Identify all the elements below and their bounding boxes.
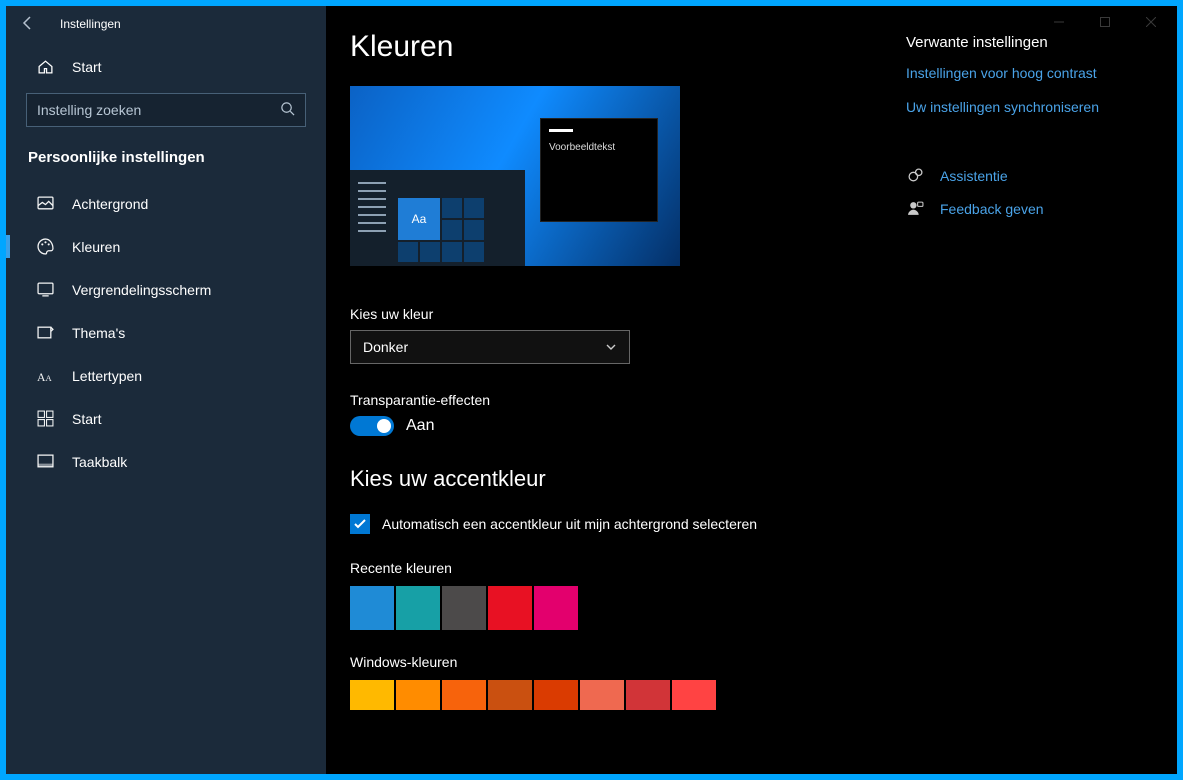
sidebar: Instellingen Start Persoonlijke instelli… [6,6,326,774]
sidebar-item-start[interactable]: Start [6,397,326,440]
sidebar-item-label: Achtergrond [72,196,148,212]
windows-color-swatch[interactable] [626,680,670,710]
color-mode-value: Donker [363,339,408,355]
settings-window: Instellingen Start Persoonlijke instelli… [6,6,1177,774]
recent-color-swatch[interactable] [534,586,578,630]
windows-color-swatch[interactable] [350,680,394,710]
chevron-down-icon [605,341,617,353]
app-title: Instellingen [60,17,121,31]
vergrendelingsscherm-icon [36,281,54,298]
back-icon[interactable] [20,15,36,34]
sidebar-item-label: Taakbalk [72,454,127,470]
search-icon [280,101,295,119]
windows-color-swatch[interactable] [534,680,578,710]
color-mode-label: Kies uw kleur [350,306,862,322]
help-label: Assistentie [940,168,1008,184]
search-field[interactable] [37,102,280,118]
feedback-link[interactable]: Feedback geven [906,200,1146,217]
transparency-toggle[interactable] [350,416,394,436]
auto-accent-label: Automatisch een accentkleur uit mijn ach… [382,516,757,532]
windows-color-swatch[interactable] [396,680,440,710]
sidebar-item-label: Lettertypen [72,368,142,384]
page-title: Kleuren [350,30,862,64]
windows-color-swatch[interactable] [580,680,624,710]
preview-sample-text: Voorbeeldtekst [549,142,615,153]
search-input[interactable] [26,93,306,127]
sidebar-item-kleuren[interactable]: Kleuren [6,225,326,268]
transparency-state: Aan [406,417,434,435]
link-sync-settings[interactable]: Uw instellingen synchroniseren [906,99,1146,115]
feedback-icon [906,200,924,217]
taakbalk-icon [36,453,54,470]
minimize-button[interactable] [1037,8,1081,36]
home-icon [36,58,54,75]
sidebar-item-label: Vergrendelingsscherm [72,282,211,298]
close-button[interactable] [1129,8,1173,36]
recent-color-swatch[interactable] [396,586,440,630]
windows-color-swatch[interactable] [672,680,716,710]
preview-pane: Aa Voorbeeldtekst [350,86,680,266]
windows-colors-label: Windows-kleuren [350,654,862,670]
color-mode-select[interactable]: Donker [350,330,630,364]
window-controls [1037,8,1173,36]
accent-heading: Kies uw accentkleur [350,466,862,492]
preview-startmenu: Aa [350,170,525,266]
windows-color-swatch[interactable] [442,680,486,710]
help-icon [906,167,924,184]
preview-tile-aa: Aa [398,198,440,240]
help-link[interactable]: Assistentie [906,167,1146,184]
related-heading: Verwante instellingen [906,34,1146,51]
home-label: Start [72,59,102,75]
recent-color-swatch[interactable] [488,586,532,630]
maximize-button[interactable] [1083,8,1127,36]
sidebar-section-title: Persoonlijke instellingen [6,145,326,182]
home-button[interactable]: Start [6,42,326,89]
achtergrond-icon [36,195,54,212]
kleuren-icon [36,238,54,255]
main: Kleuren Aa Voorbeeldtekst Kies uw kle [326,6,1177,774]
recent-color-swatch[interactable] [350,586,394,630]
feedback-label: Feedback geven [940,201,1044,217]
sidebar-item-label: Start [72,411,102,427]
sidebar-item-label: Kleuren [72,239,120,255]
transparency-label: Transparantie-effecten [350,392,862,408]
content: Kleuren Aa Voorbeeldtekst Kies uw kle [326,6,886,774]
preview-window: Voorbeeldtekst [540,118,658,222]
related-panel: Verwante instellingen Instellingen voor … [886,6,1166,774]
sidebar-item-lettertypen[interactable]: AA Lettertypen [6,354,326,397]
link-high-contrast[interactable]: Instellingen voor hoog contrast [906,65,1146,81]
windows-color-swatch[interactable] [488,680,532,710]
sidebar-item-themas[interactable]: Thema's [6,311,326,354]
lettertypen-icon: AA [36,367,54,384]
start-icon [36,410,54,427]
sidebar-item-label: Thema's [72,325,125,341]
recent-color-swatch[interactable] [442,586,486,630]
svg-text:A: A [45,373,52,383]
themas-icon [36,324,54,341]
auto-accent-checkbox[interactable] [350,514,370,534]
recent-colors [350,586,862,630]
titlebar: Instellingen [6,6,326,42]
sidebar-nav: Achtergrond Kleuren Vergrendelingsscherm Th… [6,182,326,483]
sidebar-item-achtergrond[interactable]: Achtergrond [6,182,326,225]
sidebar-item-taakbalk[interactable]: Taakbalk [6,440,326,483]
sidebar-item-vergrendelingsscherm[interactable]: Vergrendelingsscherm [6,268,326,311]
windows-colors [350,680,862,710]
recent-colors-label: Recente kleuren [350,560,862,576]
